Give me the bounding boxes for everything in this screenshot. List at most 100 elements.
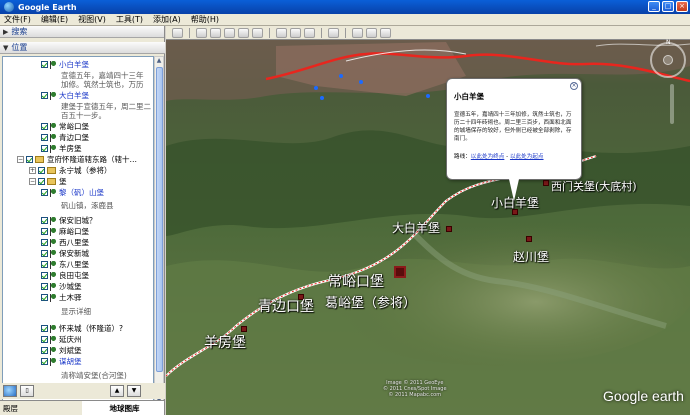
checkbox[interactable] xyxy=(41,336,48,343)
tree-item-liangtian[interactable]: 良田屯堡 xyxy=(41,270,89,281)
tab-earth-gallery[interactable]: 地球图库 xyxy=(82,401,165,415)
checkbox[interactable] xyxy=(41,145,48,152)
places-section-header[interactable]: ▼ 位置 xyxy=(0,42,165,54)
add-placemark-button[interactable] xyxy=(196,27,207,38)
placemark-changyukou[interactable] xyxy=(394,266,406,278)
menu-help[interactable]: 帮助(H) xyxy=(191,14,219,25)
tree-item-xiaobaiyang[interactable]: 小白羊堡 xyxy=(41,59,89,70)
globe-icon[interactable] xyxy=(3,385,17,397)
checkbox[interactable] xyxy=(41,134,48,141)
close-button[interactable]: × xyxy=(676,1,688,12)
tree-folder-bao[interactable]: − 堡 xyxy=(29,176,67,187)
placemark-ximenguan[interactable] xyxy=(543,180,549,186)
expand-toggle[interactable]: + xyxy=(29,167,36,174)
tree-item-yangfang[interactable]: 羊房堡 xyxy=(41,143,82,154)
close-balloon-icon[interactable]: × xyxy=(570,82,578,90)
placemark-dabaiyang[interactable] xyxy=(446,226,452,232)
tree-item-dabaiyang[interactable]: 大白羊堡 xyxy=(41,90,89,101)
map-view[interactable]: 小白羊堡 大白羊堡 常峪口堡 葛峪堡（参将） 青边口堡 羊房堡 赵川堡 西门关堡… xyxy=(166,26,690,415)
tree-item-tumu[interactable]: 土木驿 xyxy=(41,292,82,303)
checkbox[interactable] xyxy=(41,347,48,354)
collapse-toggle[interactable]: − xyxy=(17,156,24,163)
map-label-dabaiyang[interactable]: 大白羊堡 xyxy=(392,219,440,236)
add-polygon-button[interactable] xyxy=(210,27,221,38)
tab-layers[interactable]: 殿层 xyxy=(0,401,82,415)
add-path-button[interactable] xyxy=(224,27,235,38)
scroll-thumb[interactable] xyxy=(156,67,163,372)
placemark-icon xyxy=(50,260,56,269)
move-up-button[interactable]: ▲ xyxy=(110,385,124,397)
record-tour-button[interactable] xyxy=(252,27,263,38)
checkbox[interactable] xyxy=(41,189,48,196)
navigation-compass[interactable]: N xyxy=(650,39,686,78)
checkbox[interactable] xyxy=(41,217,48,224)
menu-edit[interactable]: 编辑(E) xyxy=(41,14,68,25)
placemark-zhaochuan[interactable] xyxy=(526,236,532,242)
add-overlay-button[interactable] xyxy=(238,27,249,38)
tree-item-changyukou[interactable]: 常峪口堡 xyxy=(41,121,89,132)
map-label-changyukou[interactable]: 常峪口堡 xyxy=(328,271,384,291)
menu-view[interactable]: 视图(V) xyxy=(78,14,106,25)
look-control[interactable] xyxy=(663,55,673,65)
checkbox[interactable] xyxy=(41,61,48,68)
checkbox[interactable] xyxy=(38,178,45,185)
ruler-button[interactable] xyxy=(328,27,339,38)
show-details-link[interactable]: 显示详细 xyxy=(61,306,91,317)
map-label-qingbiankou[interactable]: 青边口堡 xyxy=(258,296,314,316)
maximize-button[interactable]: □ xyxy=(662,1,674,12)
checkbox[interactable] xyxy=(41,283,48,290)
checkbox[interactable] xyxy=(41,92,48,99)
checkbox[interactable] xyxy=(41,272,48,279)
menu-tools[interactable]: 工具(T) xyxy=(116,14,143,25)
map-label-yangfang[interactable]: 羊房堡 xyxy=(204,332,246,352)
panel-toggle-button[interactable]: ▯ xyxy=(20,385,34,397)
tree-item-xibali[interactable]: 西八里堡 xyxy=(41,237,89,248)
search-section-header[interactable]: ▶ 搜索 xyxy=(0,26,164,38)
checkbox[interactable] xyxy=(41,325,48,332)
tree-item-baoan-old[interactable]: 保安旧城？ xyxy=(41,215,97,226)
tree-item-shacheng[interactable]: 沙城堡 xyxy=(41,281,82,292)
checkbox[interactable] xyxy=(26,156,33,163)
tree-item-mayukou[interactable]: 麻峪口堡 xyxy=(41,226,89,237)
zoom-slider[interactable] xyxy=(670,84,674,124)
tree-item-qingbiankou[interactable]: 青边口堡 xyxy=(41,132,89,143)
tree-item-label: 东八里堡 xyxy=(59,260,89,269)
checkbox[interactable] xyxy=(41,358,48,365)
tree-item-yongning[interactable]: + 永宁城（参将） xyxy=(29,165,112,176)
tree-item-fanshan[interactable]: 黎（矾）山堡 xyxy=(41,187,104,198)
scroll-up-arrow[interactable]: ▲ xyxy=(155,57,163,65)
tree-item-liubin[interactable]: 刘斌堡 xyxy=(41,345,82,356)
hide-sidebar-button[interactable] xyxy=(172,27,183,38)
map-label-geyu[interactable]: 葛峪堡（参将） xyxy=(325,292,416,311)
checkbox[interactable] xyxy=(38,167,45,174)
places-scrollbar[interactable]: ▲ ▼ xyxy=(154,56,164,406)
tree-folder-xuanfu[interactable]: − 宣府怀隆道辖东路（辖十… xyxy=(17,154,137,165)
checkbox[interactable] xyxy=(41,228,48,235)
minimize-button[interactable]: _ xyxy=(648,1,660,12)
switch-sky-button[interactable] xyxy=(304,27,315,38)
checkbox[interactable] xyxy=(41,294,48,301)
tree-item-baoan-new[interactable]: 保安新城 xyxy=(41,248,89,259)
print-button[interactable] xyxy=(366,27,377,38)
move-down-button[interactable]: ▼ xyxy=(127,385,141,397)
checkbox[interactable] xyxy=(41,239,48,246)
map-label-zhaochuan[interactable]: 赵川堡 xyxy=(513,248,549,265)
route-from-here-link[interactable]: 以此处为起点 xyxy=(510,154,544,160)
menu-add[interactable]: 添加(A) xyxy=(153,14,181,25)
tree-item-huailai[interactable]: 怀来城（怀隆道）? xyxy=(41,323,123,334)
collapse-toggle[interactable]: − xyxy=(29,178,36,185)
checkbox[interactable] xyxy=(41,250,48,257)
view-in-maps-button[interactable] xyxy=(380,27,391,38)
menu-file[interactable]: 文件(F) xyxy=(4,14,31,25)
tree-item-dongbali[interactable]: 东八里堡 xyxy=(41,259,89,270)
checkbox[interactable] xyxy=(41,123,48,130)
map-toolbar xyxy=(166,26,690,40)
historical-imagery-button[interactable] xyxy=(276,27,287,38)
tree-item-yanqing[interactable]: 延庆州 xyxy=(41,334,82,345)
email-button[interactable] xyxy=(352,27,363,38)
map-label-ximenguan[interactable]: 西门关堡(大底村) xyxy=(551,178,637,194)
sunlight-button[interactable] xyxy=(290,27,301,38)
checkbox[interactable] xyxy=(41,261,48,268)
route-to-here-link[interactable]: 以此处为终点 xyxy=(471,154,505,160)
tree-item-mouhu[interactable]: 谋胡堡 xyxy=(41,356,82,367)
